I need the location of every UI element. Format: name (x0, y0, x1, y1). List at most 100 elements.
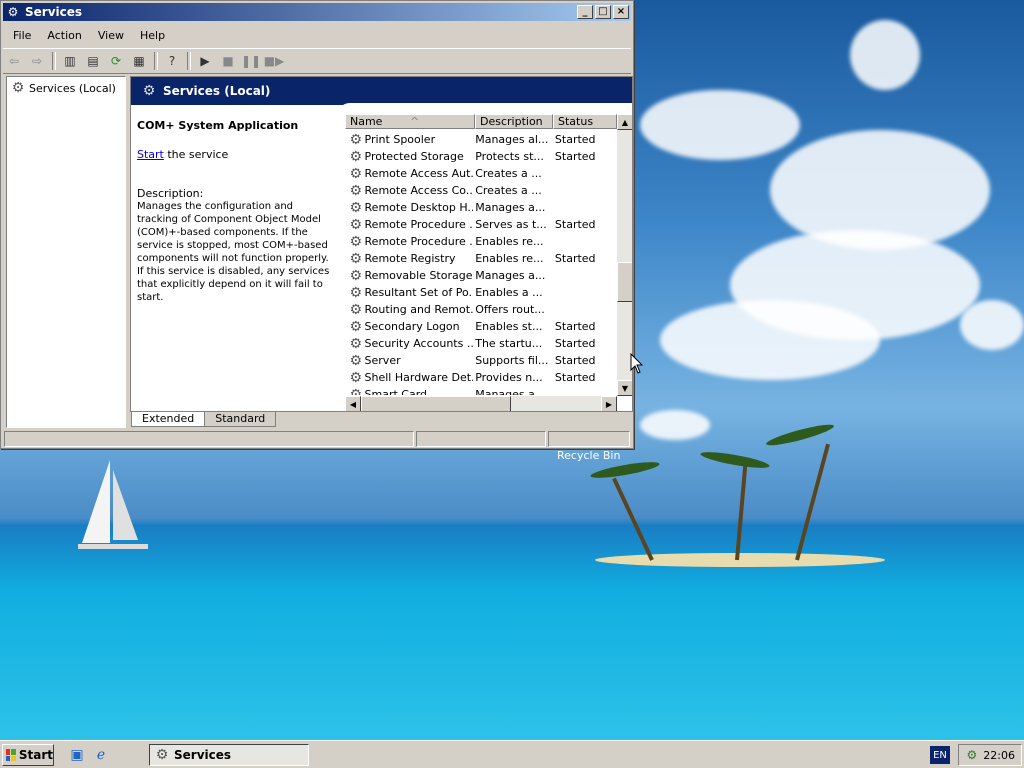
service-gear-icon: ⚙ (349, 386, 363, 396)
scroll-left-icon[interactable]: ◀ (345, 396, 361, 411)
service-status-cell: Started (554, 354, 596, 367)
services-window[interactable]: ⚙ Services _ □ × File Action View Help ⇦… (0, 0, 634, 449)
service-name-cell: Server (364, 354, 401, 367)
stop-icon[interactable]: ■ (217, 51, 239, 71)
status-cell (548, 431, 630, 447)
services-list[interactable]: Name ^ Description Status ⚙ Print Spooler… (345, 114, 632, 411)
service-status-cell: Started (554, 218, 596, 231)
properties-icon[interactable]: ▤ (82, 51, 104, 71)
close-button[interactable]: × (613, 5, 629, 19)
service-name-cell: Security Accounts ... (364, 337, 474, 350)
table-row[interactable]: ⚙ Smart Card Manages a... (345, 386, 617, 396)
service-gear-icon: ⚙ (349, 199, 363, 216)
toolbar-separator (154, 52, 158, 70)
taskbar: Start ▣ ℯ ⚙ Services EN ⚙ 22:06 (0, 740, 1024, 768)
toolbar-separator (187, 52, 191, 70)
refresh-icon[interactable]: ⟳ (105, 51, 127, 71)
tab-standard[interactable]: Standard (204, 412, 277, 427)
tab-extended[interactable]: Extended (131, 412, 206, 427)
clock[interactable]: 22:06 (983, 749, 1015, 762)
vertical-scroll-thumb[interactable] (617, 262, 632, 302)
sort-ascending-icon: ^ (409, 115, 420, 128)
show-hide-tree-icon[interactable]: ▥ (59, 51, 81, 71)
back-arrow-icon[interactable]: ⇦ (3, 51, 25, 71)
service-gear-icon: ⚙ (349, 148, 363, 165)
table-row[interactable]: ⚙ Remote Access Aut... Creates a ... (345, 165, 617, 182)
service-gear-icon: ⚙ (349, 250, 363, 267)
service-gear-icon: ⚙ (349, 267, 363, 284)
title-bar[interactable]: ⚙ Services _ □ × (3, 3, 631, 21)
table-row[interactable]: ⚙ Routing and Remot... Offers rout... (345, 301, 617, 318)
selected-service-name: COM+ System Application (137, 119, 299, 132)
minimize-button[interactable]: _ (577, 5, 593, 19)
table-row[interactable]: ⚙ Print Spooler Manages al... Started (345, 131, 617, 148)
menu-view[interactable]: View (90, 27, 132, 45)
start-button[interactable]: Start (2, 744, 54, 766)
column-header-description[interactable]: Description (475, 114, 553, 129)
service-gear-icon: ⚙ (349, 233, 363, 250)
system-tray: ⚙ 22:06 (958, 744, 1022, 766)
restart-icon[interactable]: ■▶ (263, 51, 285, 71)
cloud (640, 90, 800, 160)
menu-action[interactable]: Action (39, 27, 89, 45)
console-tree[interactable]: ⚙ Services (Local) (6, 76, 126, 428)
horizontal-scrollbar[interactable]: ◀ ▶ (345, 396, 617, 411)
service-description-cell: Manages a... (475, 388, 546, 395)
mouse-cursor-icon (630, 353, 644, 374)
service-description-cell: The startu... (475, 337, 543, 350)
table-row[interactable]: ⚙ Server Supports fil... Started (345, 352, 617, 369)
cloud (640, 410, 710, 440)
export-list-icon[interactable]: ▦ (128, 51, 150, 71)
show-desktop-icon[interactable]: ▣ (68, 746, 86, 764)
help-icon[interactable]: ? (161, 51, 183, 71)
tree-item-services-local[interactable]: ⚙ Services (Local) (10, 80, 116, 96)
menu-file[interactable]: File (5, 27, 39, 45)
service-gear-icon: ⚙ (349, 369, 363, 386)
table-row[interactable]: ⚙ Remote Desktop H... Manages a... (345, 199, 617, 216)
table-row[interactable]: ⚙ Remote Registry Enables re... Started (345, 250, 617, 267)
language-indicator[interactable]: EN (930, 746, 950, 764)
column-header-status[interactable]: Status (553, 114, 617, 129)
service-gear-icon: ⚙ (349, 335, 363, 352)
table-row[interactable]: ⚙ Remote Procedure ... Enables re... (345, 233, 617, 250)
service-description-cell: Supports fil... (475, 354, 549, 367)
internet-explorer-icon[interactable]: ℯ (92, 746, 110, 764)
table-row[interactable]: ⚙ Shell Hardware Det... Provides n... Start… (345, 369, 617, 386)
scroll-right-icon[interactable]: ▶ (601, 396, 617, 411)
network-icon[interactable]: ⚙ (967, 748, 978, 762)
table-row[interactable]: ⚙ Remote Procedure ... Serves as t... Start… (345, 216, 617, 233)
pause-icon[interactable]: ❚❚ (240, 51, 262, 71)
scroll-up-icon[interactable]: ▲ (617, 114, 632, 130)
table-row[interactable]: ⚙ Removable Storage Manages a... (345, 267, 617, 284)
forward-arrow-icon[interactable]: ⇨ (26, 51, 48, 71)
scroll-down-icon[interactable]: ▼ (617, 380, 632, 396)
service-name-cell: Remote Registry (364, 252, 456, 265)
menu-help[interactable]: Help (132, 27, 173, 45)
palm-tree (612, 477, 654, 561)
service-description-cell: Creates a ... (475, 167, 542, 180)
service-description-cell: Enables re... (475, 235, 544, 248)
view-tabs: Extended Standard (131, 412, 277, 428)
table-row[interactable]: ⚙ Protected Storage Protects st... Started (345, 148, 617, 165)
start-service-suffix: the service (163, 148, 229, 161)
service-status-cell: Started (554, 337, 596, 350)
recycle-bin-label[interactable]: Recycle Bin (557, 449, 620, 462)
maximize-button[interactable]: □ (595, 5, 611, 19)
start-service-line: Start the service (137, 148, 337, 161)
service-name-cell: Shell Hardware Det... (364, 371, 474, 384)
service-description-cell: Offers rout... (475, 303, 545, 316)
service-name-cell: Routing and Remot... (364, 303, 474, 316)
column-header-name[interactable]: Name ^ (345, 114, 475, 129)
table-row[interactable]: ⚙ Remote Access Co... Creates a ... (345, 182, 617, 199)
service-description-cell: Enables st... (475, 320, 543, 333)
tree-item-label: Services (Local) (29, 81, 116, 95)
taskbar-button-services[interactable]: ⚙ Services (149, 744, 309, 766)
cloud (660, 300, 880, 380)
play-icon[interactable]: ▶ (194, 51, 216, 71)
table-row[interactable]: ⚙ Resultant Set of Po... Enables a ... (345, 284, 617, 301)
horizontal-scroll-thumb[interactable] (361, 396, 511, 411)
start-service-link[interactable]: Start (137, 148, 164, 161)
table-row[interactable]: ⚙ Secondary Logon Enables st... Started (345, 318, 617, 335)
table-row[interactable]: ⚙ Security Accounts ... The startu... Start… (345, 335, 617, 352)
cloud (850, 20, 920, 90)
